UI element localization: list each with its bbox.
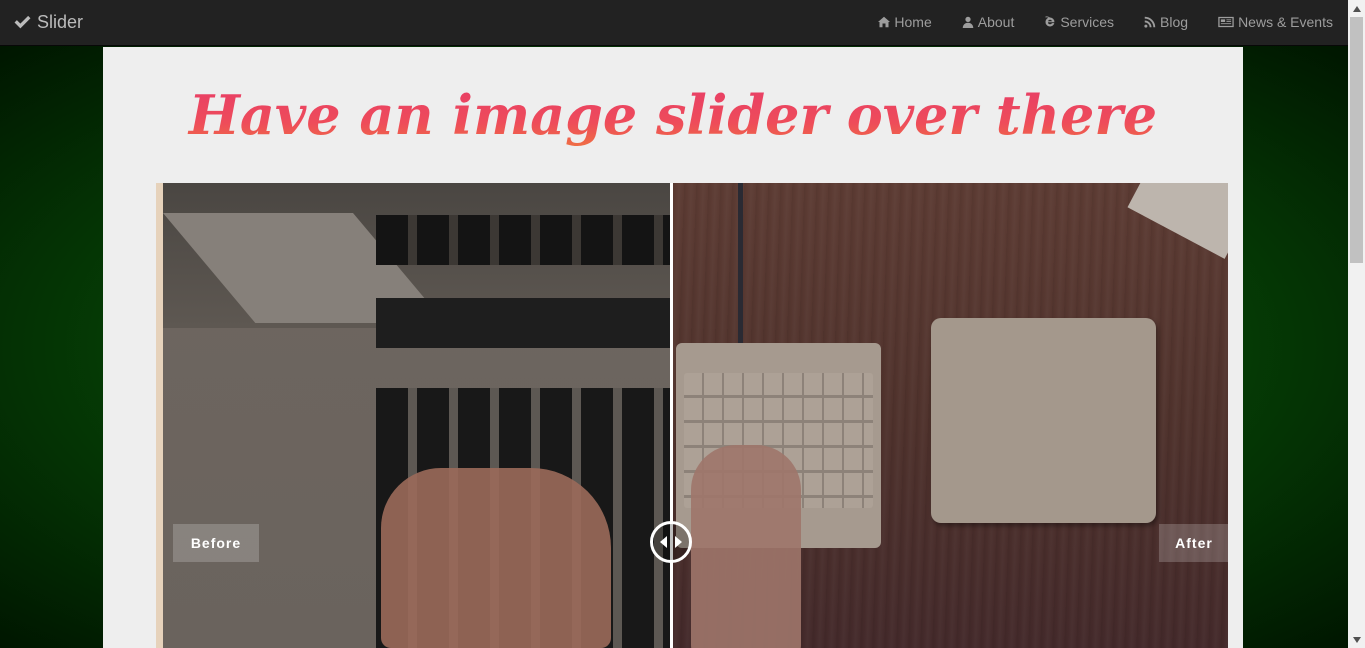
nav-item-label: Blog: [1160, 14, 1189, 30]
cable: [738, 183, 743, 343]
nav-item-label: Services: [1060, 14, 1115, 30]
home-icon: [878, 16, 891, 28]
newspaper-icon: [1218, 16, 1234, 28]
user-icon: [962, 16, 973, 28]
rss-icon: [1144, 16, 1156, 28]
navbar: Slider Home About Services Blog News & E…: [0, 0, 1348, 46]
nav-item-services[interactable]: Services: [1029, 0, 1129, 44]
trackpad: [931, 318, 1156, 523]
page-title: Have an image slider over there: [103, 75, 1243, 155]
scroll-down-arrow[interactable]: [1348, 631, 1365, 648]
arrow-right-icon: [675, 536, 682, 548]
nav-item-news-events[interactable]: News & Events: [1203, 0, 1348, 44]
slider-divider[interactable]: [670, 183, 673, 648]
after-label: After: [1159, 524, 1228, 562]
slider-edge: [156, 183, 163, 648]
brand-label: Slider: [37, 11, 84, 32]
scrollbar-thumb[interactable]: [1350, 17, 1363, 263]
vertical-scrollbar[interactable]: [1348, 0, 1365, 648]
nav-item-home[interactable]: Home: [878, 0, 946, 44]
notepad: [1127, 183, 1228, 259]
nav-item-blog[interactable]: Blog: [1129, 0, 1203, 44]
triangle-up-icon: [1352, 5, 1361, 12]
nav-menu: Home About Services Blog News & Events: [878, 0, 1348, 44]
before-image: [156, 183, 673, 648]
hand: [691, 445, 801, 648]
nav-item-label: News & Events: [1238, 14, 1333, 30]
hand: [381, 468, 611, 648]
internet-explorer-icon: [1045, 16, 1055, 27]
before-after-slider[interactable]: Before After: [156, 183, 1228, 648]
brand-link[interactable]: Slider: [14, 0, 83, 44]
nav-item-label: About: [977, 14, 1015, 30]
content-panel: Have an image slider over there Before A…: [103, 47, 1243, 648]
triangle-down-icon: [1352, 636, 1361, 643]
slider-handle[interactable]: [650, 521, 692, 563]
nav-item-about[interactable]: About: [947, 0, 1030, 44]
checkmark-icon: [14, 15, 31, 28]
laptop-hinge: [376, 298, 673, 348]
before-label: Before: [173, 524, 259, 562]
arrow-left-icon: [660, 536, 667, 548]
scroll-up-arrow[interactable]: [1348, 0, 1365, 17]
laptop-top-keys: [376, 215, 673, 265]
nav-item-label: Home: [894, 14, 932, 30]
